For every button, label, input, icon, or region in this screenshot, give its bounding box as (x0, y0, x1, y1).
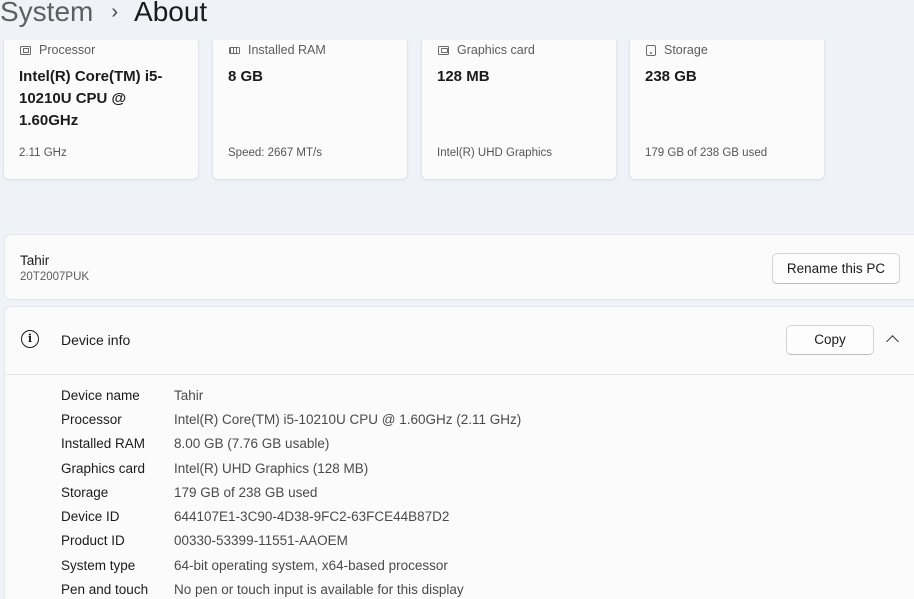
card-header: Installed RAM (229, 43, 326, 57)
spec-value: 179 GB of 238 GB used (174, 484, 318, 500)
device-info-section: i Device info Copy Device name Tahir Pro… (4, 306, 914, 599)
spec-value: No pen or touch input is available for t… (174, 582, 464, 598)
card-value: 128 MB (437, 68, 490, 85)
card-subtext: 179 GB of 238 GB used (645, 147, 768, 159)
about-page: System › About Processor Intel(R) Core(T… (0, 0, 914, 599)
page-title: About (134, 0, 208, 27)
graphics-card-icon (438, 45, 449, 55)
spec-value: 00330-53399-11551-AAOEM (174, 533, 348, 549)
spec-value: Intel(R) Core(TM) i5-10210U CPU @ 1.60GH… (174, 411, 522, 427)
processor-icon (20, 45, 31, 55)
pc-name-row: Tahir 20T2007PUK Rename this PC (4, 234, 914, 300)
card-label: Installed RAM (248, 43, 326, 57)
installed-ram-card: Installed RAM 8 GB Speed: 2667 MT/s (212, 40, 408, 180)
storage-card: Storage 238 GB 179 GB of 238 GB used (629, 40, 825, 180)
spec-value: 8.00 GB (7.76 GB usable) (174, 436, 330, 452)
storage-icon (646, 44, 656, 56)
card-label: Storage (664, 43, 708, 57)
card-value: 238 GB (645, 68, 697, 85)
card-subtext: Intel(R) UHD Graphics (437, 147, 553, 159)
spec-label: Storage (61, 484, 109, 500)
spec-value: 64-bit operating system, x64-based proce… (174, 557, 448, 573)
card-label: Graphics card (457, 43, 535, 57)
spec-label: Processor (61, 411, 122, 427)
chevron-up-icon[interactable] (886, 335, 899, 348)
card-header: Processor (20, 43, 95, 57)
graphics-card-card: Graphics card 128 MB Intel(R) UHD Graphi… (421, 40, 617, 180)
spec-label: Graphics card (61, 460, 146, 476)
breadcrumb-system-link[interactable]: System (0, 0, 93, 34)
spec-label: System type (61, 557, 136, 573)
chevron-right-icon: › (111, 1, 119, 23)
breadcrumb: System › About (0, 0, 207, 34)
card-label: Processor (39, 43, 96, 57)
pc-model: 20T2007PUK (20, 271, 90, 283)
spec-value: Intel(R) UHD Graphics (128 MB) (174, 460, 369, 476)
card-value: Intel(R) Core(TM) i5-10210U CPU @ 1.60GH… (19, 68, 163, 129)
spec-label: Pen and touch (61, 582, 149, 598)
card-value: 8 GB (228, 68, 264, 85)
spec-label: Device name (61, 387, 140, 403)
spec-value: 644107E1-3C90-4D38-9FC2-63FCE44B87D2 (174, 509, 450, 525)
spec-label: Installed RAM (61, 436, 146, 452)
copy-button[interactable]: Copy (786, 325, 874, 355)
info-icon: i (21, 330, 39, 348)
pc-name: Tahir (20, 253, 50, 268)
card-header: Graphics card (438, 43, 535, 57)
spec-label: Product ID (61, 533, 125, 549)
spec-label: Device ID (61, 509, 120, 525)
rename-pc-button[interactable]: Rename this PC (772, 253, 900, 284)
processor-card: Processor Intel(R) Core(TM) i5-10210U CP… (3, 40, 199, 180)
card-subtext: Speed: 2667 MT/s (228, 147, 322, 159)
card-subtext: 2.11 GHz (19, 147, 67, 159)
spec-value: Tahir (174, 387, 204, 403)
card-header: Storage (646, 43, 708, 57)
device-info-header[interactable]: i Device info Copy (5, 307, 914, 375)
ram-icon (229, 46, 240, 54)
device-info-title: Device info (61, 332, 131, 348)
